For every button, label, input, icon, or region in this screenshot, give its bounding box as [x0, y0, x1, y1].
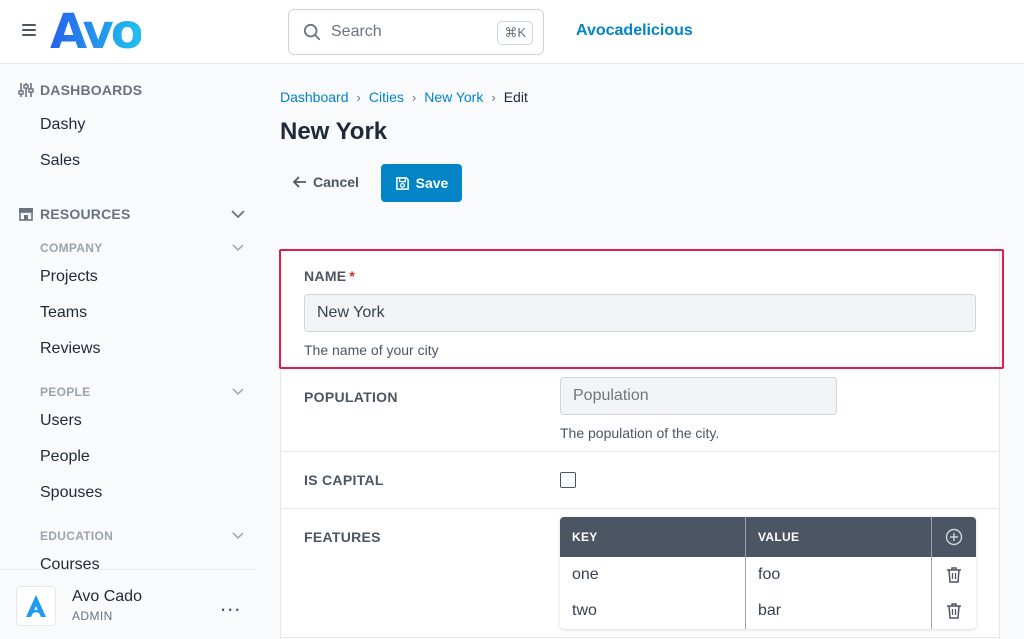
app-logo[interactable]: Avo — [50, 4, 144, 60]
key-value-header: KEY VALUE — [560, 517, 976, 557]
breadcrumb-edit: Edit — [503, 89, 528, 105]
is-capital-label: IS CAPITAL — [304, 472, 384, 488]
chevron-right-icon: › — [356, 89, 361, 105]
row-divider — [280, 451, 1000, 452]
page-title: New York — [280, 118, 388, 145]
key-value-table: KEY VALUE one foo two bar — [560, 517, 976, 629]
logo-text: Avo — [50, 4, 144, 60]
avatar[interactable] — [16, 586, 56, 626]
save-label: Save — [415, 175, 449, 191]
cancel-button[interactable]: Cancel — [292, 174, 359, 190]
breadcrumb-dashboard[interactable]: Dashboard — [280, 89, 349, 105]
sidebar-item-people[interactable]: People — [40, 448, 90, 466]
user-role: ADMIN — [72, 609, 113, 623]
resources-section-header: RESOURCES — [18, 206, 130, 222]
group-education: EDUCATION — [40, 529, 114, 543]
search-icon — [303, 23, 321, 41]
trash-icon[interactable] — [946, 566, 962, 584]
top-bar: Avo Search ⌘K Avocadelicious — [0, 0, 1024, 64]
value-cell[interactable]: bar — [758, 602, 781, 620]
sidebar-item-spouses[interactable]: Spouses — [40, 484, 102, 502]
avo-logo-icon — [26, 595, 46, 617]
dashboards-title: DASHBOARDS — [40, 82, 143, 98]
name-help-text: The name of your city — [304, 342, 439, 358]
sidebar-item-reviews[interactable]: Reviews — [40, 340, 100, 358]
dashboards-section-header: DASHBOARDS — [18, 82, 142, 98]
chevron-down-icon[interactable] — [232, 532, 244, 540]
value-cell[interactable]: foo — [758, 566, 780, 584]
group-people: PEOPLE — [40, 385, 91, 399]
search-shortcut: ⌘K — [497, 21, 533, 45]
population-help-text: The population of the city. — [560, 425, 720, 441]
sidebar-item-users[interactable]: Users — [40, 412, 82, 430]
sidebar: DASHBOARDS Dashy Sales RESOURCES COMPANY… — [0, 64, 256, 569]
search-input[interactable]: Search ⌘K — [288, 9, 544, 55]
is-capital-checkbox[interactable] — [560, 472, 576, 488]
table-row: two bar — [560, 593, 976, 629]
chevron-down-icon[interactable] — [232, 244, 244, 252]
sliders-icon — [18, 83, 34, 97]
sidebar-item-courses[interactable]: Courses — [40, 556, 100, 569]
save-icon — [395, 176, 409, 190]
search-placeholder: Search — [331, 23, 382, 40]
chevron-down-icon[interactable] — [232, 388, 244, 396]
chevron-right-icon: › — [491, 89, 496, 105]
chevron-right-icon: › — [411, 89, 417, 105]
save-button[interactable]: Save — [381, 164, 462, 202]
group-company: COMPANY — [40, 241, 103, 255]
table-row: one foo — [560, 557, 976, 593]
chevron-down-icon[interactable] — [230, 209, 246, 219]
name-input[interactable]: New York — [304, 294, 976, 332]
key-column-header: KEY — [572, 530, 598, 544]
arrow-left-icon — [292, 176, 306, 188]
required-marker: * — [349, 268, 356, 284]
more-options-icon[interactable]: ... — [220, 593, 241, 615]
cancel-label: Cancel — [313, 174, 359, 190]
key-cell[interactable]: one — [572, 566, 599, 584]
key-cell[interactable]: two — [572, 602, 597, 620]
breadcrumb: Dashboard › Cities › New York › Edit — [280, 89, 528, 105]
features-label: FEATURES — [304, 529, 381, 545]
user-name: Avo Cado — [72, 588, 142, 605]
sidebar-item-dashy[interactable]: Dashy — [40, 116, 85, 134]
app-name-link[interactable]: Avocadelicious — [576, 22, 693, 40]
menu-icon[interactable] — [22, 24, 36, 38]
population-label: POPULATION — [304, 389, 398, 405]
breadcrumb-cities[interactable]: Cities — [369, 89, 404, 105]
breadcrumb-new-york[interactable]: New York — [424, 89, 483, 105]
sidebar-item-sales[interactable]: Sales — [40, 152, 80, 170]
sidebar-item-projects[interactable]: Projects — [40, 268, 98, 286]
row-divider — [280, 637, 1000, 638]
store-icon — [19, 208, 33, 221]
row-divider — [280, 508, 1000, 509]
trash-icon[interactable] — [946, 602, 962, 620]
sidebar-item-teams[interactable]: Teams — [40, 304, 87, 322]
population-input[interactable] — [560, 377, 837, 415]
value-column-header: VALUE — [758, 530, 800, 544]
name-label: NAME * — [304, 268, 355, 284]
add-row-icon[interactable] — [944, 527, 964, 547]
name-label-text: NAME — [304, 268, 347, 284]
resources-title: RESOURCES — [40, 206, 131, 222]
user-profile: Avo Cado ADMIN ... — [0, 569, 256, 639]
